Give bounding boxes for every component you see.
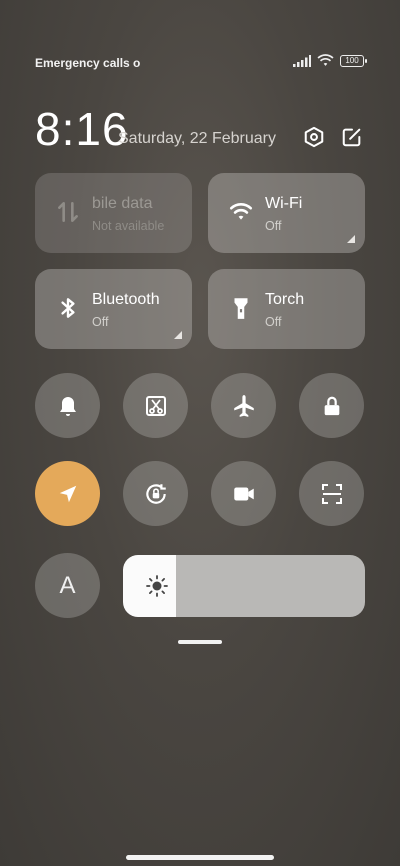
brightness-slider[interactable] xyxy=(123,555,365,617)
airplane-icon xyxy=(233,394,254,417)
sun-icon xyxy=(146,575,168,597)
tile-bluetooth[interactable]: Bluetooth Off xyxy=(35,269,192,349)
scan-icon xyxy=(321,483,342,504)
tile-mobile-data-status: Not available xyxy=(92,219,165,233)
wifi-icon xyxy=(229,203,253,220)
home-indicator[interactable] xyxy=(126,855,274,860)
wifi-icon xyxy=(317,54,334,66)
battery-icon: 100 xyxy=(340,54,367,67)
toggle-rotation-lock[interactable] xyxy=(123,461,188,526)
tile-mobile-data-title: bile data xyxy=(92,195,153,212)
toggle-screen-recorder[interactable] xyxy=(211,461,276,526)
bell-icon xyxy=(59,396,76,416)
tile-bluetooth-status: Off xyxy=(92,315,109,329)
tile-wifi-status: Off xyxy=(265,219,282,233)
tile-mobile-data[interactable]: bile data Not available xyxy=(35,173,192,253)
rotation-lock-icon xyxy=(145,483,166,504)
clock-date: Saturday, 22 February xyxy=(118,130,277,147)
toggle-lock-screen[interactable] xyxy=(299,373,364,438)
panel-drag-handle[interactable] xyxy=(178,640,222,644)
expand-corner-icon[interactable] xyxy=(347,235,355,243)
clock-time: 8:16 xyxy=(35,103,129,155)
auto-brightness-label: A xyxy=(59,571,76,599)
auto-brightness-button[interactable]: A xyxy=(35,553,100,618)
toggle-sound[interactable] xyxy=(35,373,100,438)
status-text: Emergency calls o xyxy=(35,56,141,70)
tile-torch[interactable]: Torch Off xyxy=(208,269,365,349)
tile-wifi[interactable]: Wi-Fi Off xyxy=(208,173,365,253)
signal-icon xyxy=(293,54,311,67)
toggle-location[interactable] xyxy=(35,461,100,526)
toggle-scanner[interactable] xyxy=(299,461,364,526)
toggle-airplane[interactable] xyxy=(211,373,276,438)
status-icons: 100 xyxy=(293,54,367,67)
location-icon xyxy=(59,485,76,502)
tile-torch-title: Torch xyxy=(265,291,305,308)
mobile-data-icon xyxy=(58,202,78,222)
torch-icon xyxy=(234,298,248,319)
edit-icon[interactable] xyxy=(341,126,363,148)
settings-icon[interactable] xyxy=(303,126,325,148)
tile-bluetooth-title: Bluetooth xyxy=(92,291,160,308)
screenshot-icon xyxy=(145,395,166,416)
lock-icon xyxy=(324,396,339,415)
expand-corner-icon[interactable] xyxy=(174,331,182,339)
video-camera-icon xyxy=(233,487,254,500)
bluetooth-icon xyxy=(61,298,75,318)
tile-wifi-title: Wi-Fi xyxy=(265,195,303,212)
tile-torch-status: Off xyxy=(265,315,282,329)
toggle-screenshot[interactable] xyxy=(123,373,188,438)
